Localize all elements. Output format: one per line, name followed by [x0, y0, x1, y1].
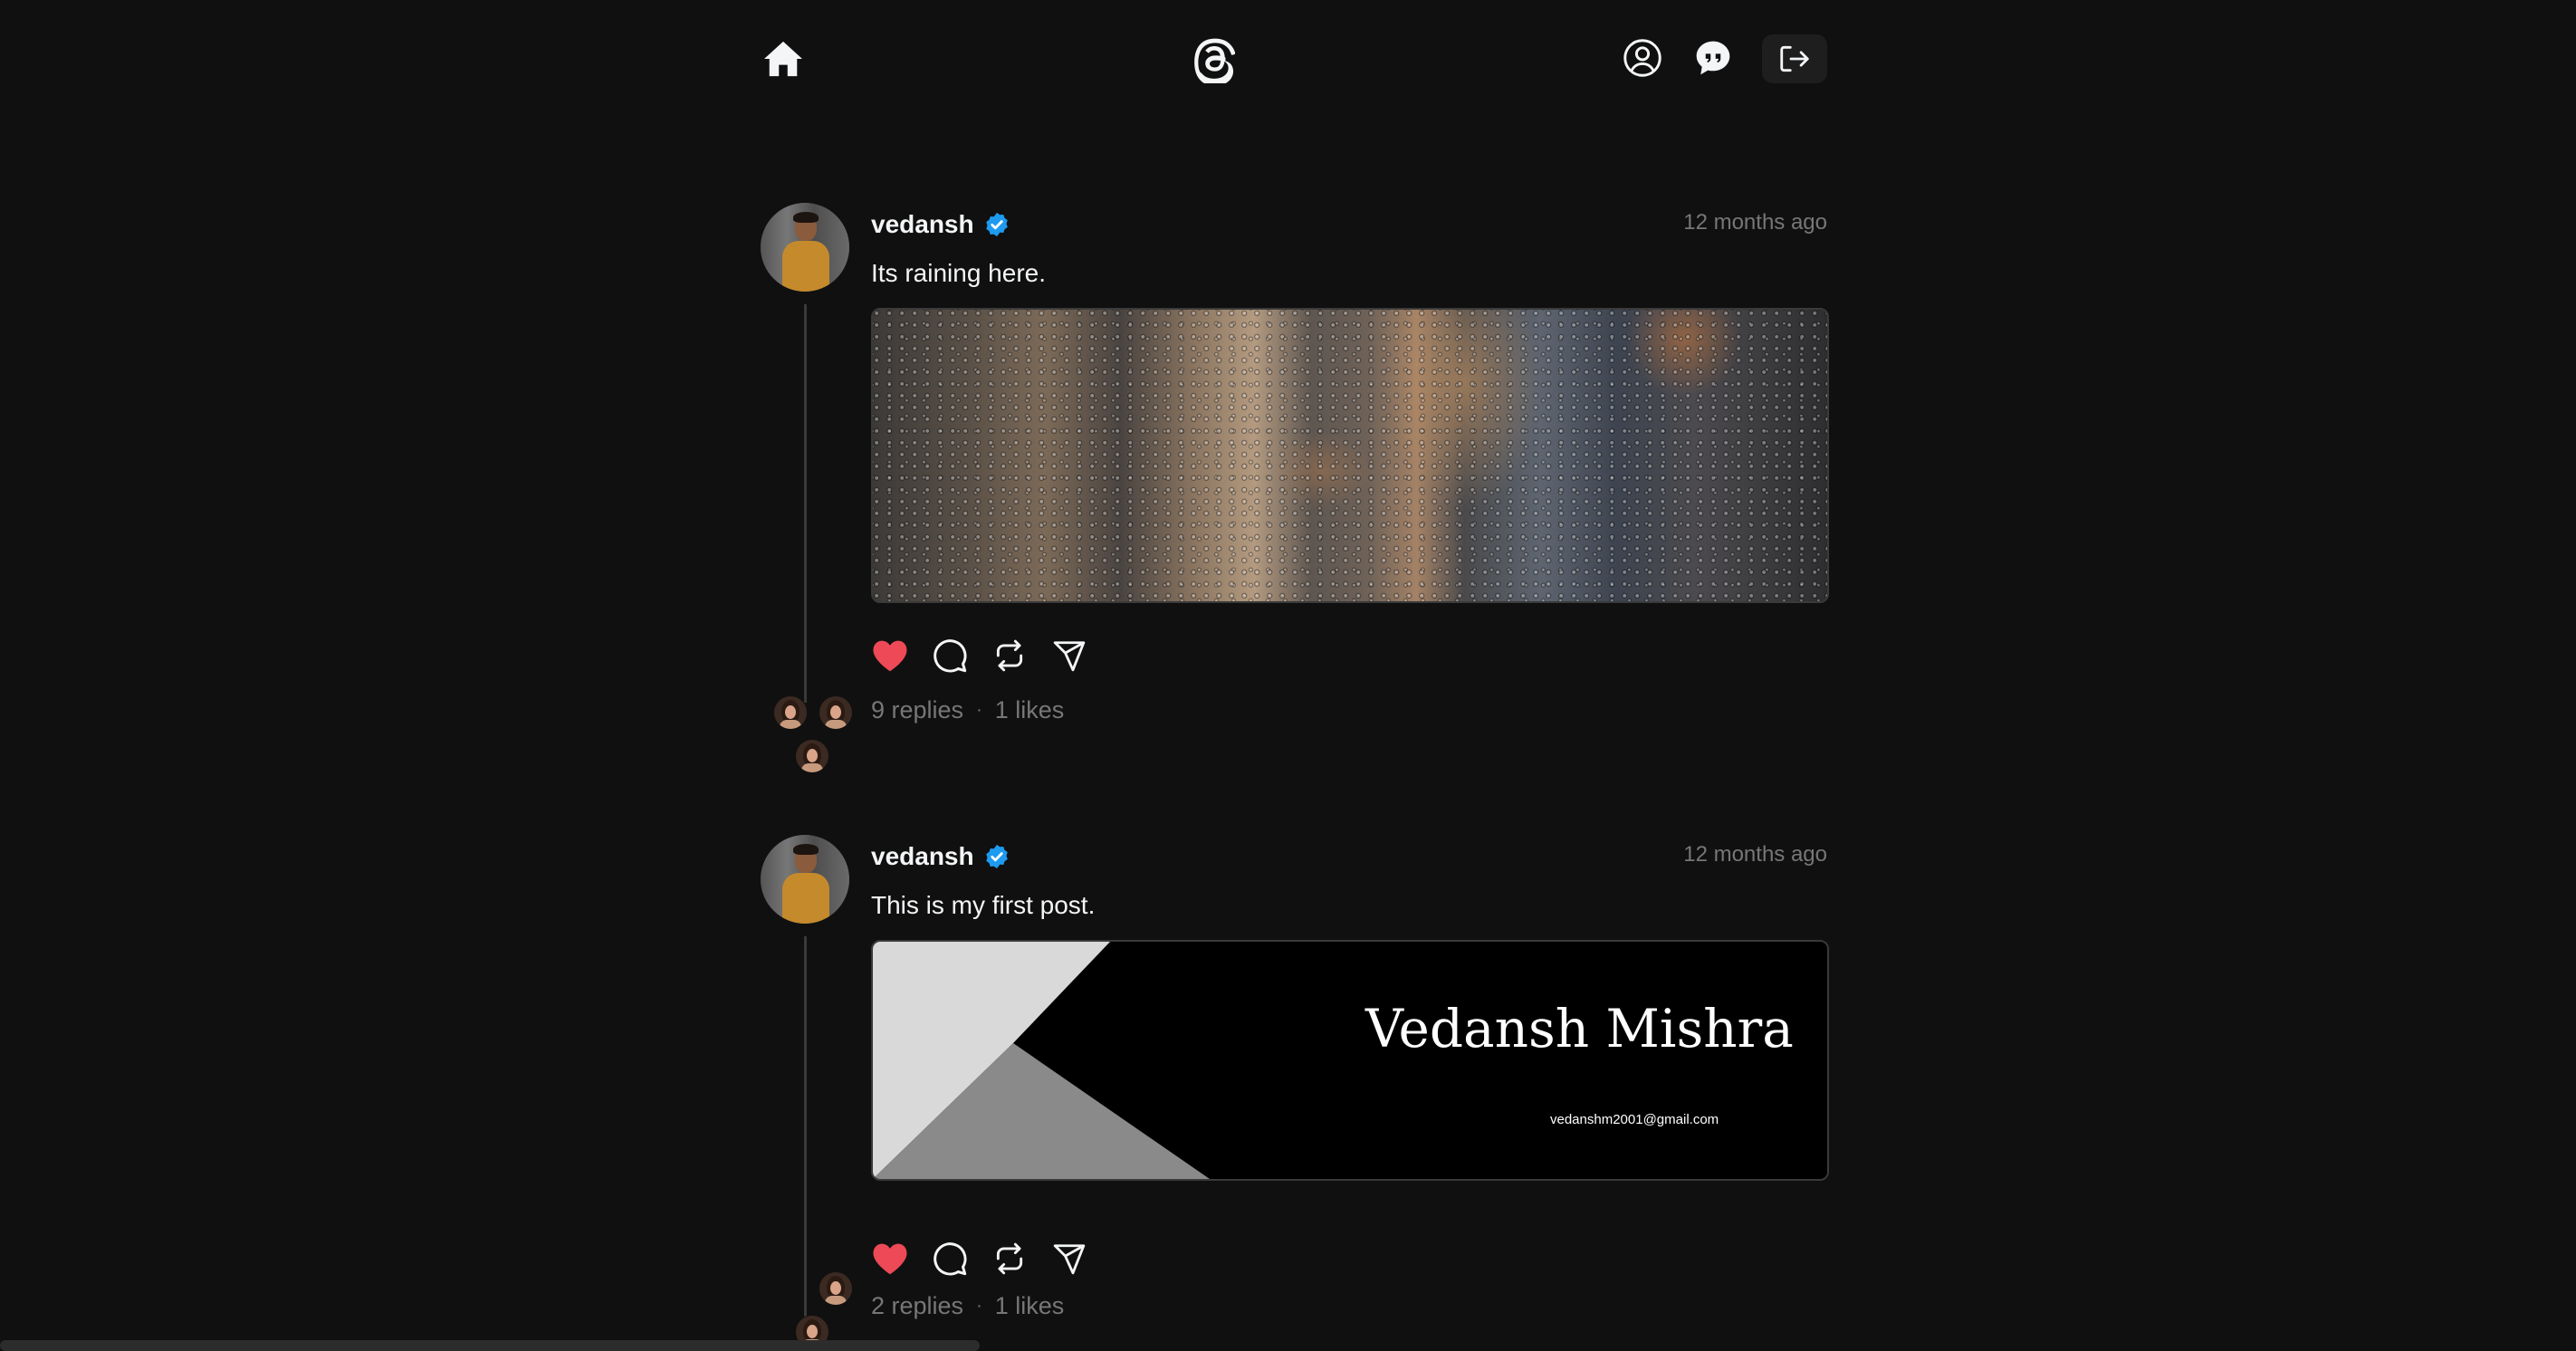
post-card[interactable]: vedansh 12 months ago This is my first p… — [761, 835, 1829, 1351]
reply-avatar — [773, 695, 808, 730]
post-card[interactable]: vedansh 12 months ago Its raining here. — [761, 203, 1829, 782]
heart-icon — [873, 1243, 907, 1275]
comment-icon — [934, 639, 967, 673]
replies-count[interactable]: 2 replies — [871, 1292, 963, 1320]
chat-icon[interactable] — [1691, 36, 1735, 80]
reply-avatar — [795, 739, 829, 773]
repost-icon — [996, 639, 1023, 672]
post-stats: 2 replies · 1 likes — [871, 1289, 1064, 1322]
reply-avatar — [819, 695, 853, 730]
threads-logo-icon[interactable] — [1191, 34, 1238, 85]
post-actions — [871, 634, 1088, 677]
like-button[interactable] — [871, 1240, 909, 1278]
post-image[interactable] — [871, 308, 1829, 603]
stats-separator: · — [976, 1295, 982, 1316]
repost-icon — [996, 1242, 1023, 1275]
logout-button[interactable] — [1762, 34, 1827, 83]
share-button[interactable] — [1050, 637, 1088, 675]
reply-button[interactable] — [931, 1240, 969, 1278]
post-username[interactable]: vedansh — [871, 208, 1010, 241]
home-icon[interactable] — [761, 36, 806, 81]
top-nav — [0, 0, 2576, 118]
likes-count[interactable]: 1 likes — [995, 1292, 1065, 1320]
replies-count[interactable]: 9 replies — [871, 696, 963, 724]
post-text: Its raining here. — [871, 259, 1046, 287]
repost-button[interactable] — [991, 1240, 1029, 1278]
username-text[interactable]: vedansh — [871, 842, 974, 871]
comment-icon — [934, 1242, 967, 1276]
logout-icon — [1780, 45, 1809, 72]
post-username[interactable]: vedansh — [871, 840, 1010, 873]
avatar[interactable] — [761, 835, 849, 924]
threads-feed-page: vedansh 12 months ago Its raining here. — [0, 0, 2576, 1351]
share-button[interactable] — [1050, 1240, 1088, 1278]
thread-line — [804, 936, 807, 1337]
name-banner: Vedansh Mishra vedanshm2001@gmail.com — [873, 942, 1827, 1179]
like-button[interactable] — [871, 637, 909, 675]
username-text[interactable]: vedansh — [871, 210, 974, 239]
send-icon — [1053, 1244, 1086, 1275]
post-actions — [871, 1237, 1088, 1280]
thread-line — [804, 304, 807, 703]
banner-email: vedanshm2001@gmail.com — [1550, 1112, 1719, 1127]
reply-button[interactable] — [931, 637, 969, 675]
post-text: This is my first post. — [871, 891, 1096, 919]
likes-count[interactable]: 1 likes — [995, 696, 1065, 724]
profile-icon[interactable] — [1621, 36, 1664, 80]
verified-badge-icon — [983, 843, 1010, 870]
banner-name: Vedansh Mishra — [1365, 998, 1794, 1059]
repost-button[interactable] — [991, 637, 1029, 675]
verified-badge-icon — [983, 211, 1010, 238]
post-timestamp: 12 months ago — [1683, 842, 1827, 867]
send-icon — [1053, 641, 1086, 672]
post-stats: 9 replies · 1 likes — [871, 694, 1064, 726]
post-image[interactable]: Vedansh Mishra vedanshm2001@gmail.com — [871, 940, 1829, 1181]
stats-separator: · — [976, 699, 982, 720]
reply-avatar — [819, 1271, 853, 1306]
avatar[interactable] — [761, 203, 849, 292]
horizontal-scrollbar[interactable] — [0, 1340, 980, 1351]
heart-icon — [873, 640, 907, 672]
post-timestamp: 12 months ago — [1683, 210, 1827, 235]
